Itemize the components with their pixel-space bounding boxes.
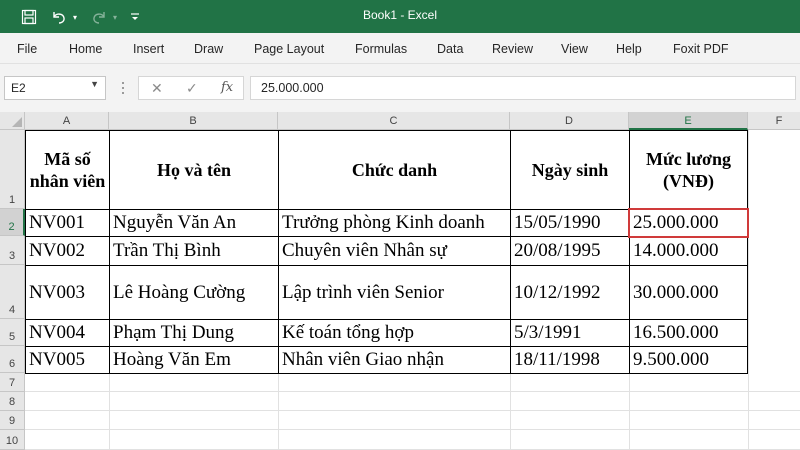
column-header-d[interactable]: D xyxy=(510,112,629,130)
menu-formulas[interactable]: Formulas xyxy=(355,42,407,56)
table-cell[interactable]: 14.000.000 xyxy=(630,237,747,265)
column-header-a[interactable]: A xyxy=(25,112,109,130)
menu-review[interactable]: Review xyxy=(492,42,533,56)
column-header-b[interactable]: B xyxy=(109,112,278,130)
table-cell[interactable]: 16.500.000 xyxy=(630,320,747,346)
menu-view[interactable]: View xyxy=(561,42,588,56)
header-cell-full-name[interactable]: Họ và tên xyxy=(110,131,278,209)
table-border xyxy=(747,130,748,373)
menu-insert[interactable]: Insert xyxy=(133,42,164,56)
name-box[interactable]: E2 ▼ xyxy=(4,76,106,100)
column-header-f[interactable]: F xyxy=(748,112,800,130)
menu-data[interactable]: Data xyxy=(437,42,463,56)
cancel-icon[interactable]: ✕ xyxy=(151,80,163,97)
gridline xyxy=(25,391,800,392)
row-header-9[interactable]: 9 xyxy=(0,411,25,430)
table-cell[interactable]: Nhân viên Giao nhận xyxy=(279,347,510,373)
gridline xyxy=(25,410,800,411)
table-cell[interactable]: NV003 xyxy=(26,266,109,319)
header-cell-salary[interactable]: Mức lương (VNĐ) xyxy=(630,131,747,209)
table-cell[interactable]: 10/12/1992 xyxy=(511,266,629,319)
table-cell[interactable]: Trần Thị Bình xyxy=(110,237,278,265)
menu-file[interactable]: File xyxy=(17,42,37,56)
table-cell[interactable]: Trưởng phòng Kinh doanh xyxy=(279,210,510,236)
formula-bar-grip-icon[interactable] xyxy=(122,80,125,96)
table-cell[interactable]: NV002 xyxy=(26,237,109,265)
menu-page-layout[interactable]: Page Layout xyxy=(254,42,324,56)
row-header-10[interactable]: 10 xyxy=(0,430,25,450)
worksheet-grid: A B C D E F 1 2 3 4 5 6 7 8 9 10 Mã số n… xyxy=(0,112,800,450)
enter-icon[interactable]: ✓ xyxy=(186,80,198,97)
table-cell[interactable]: Hoàng Văn Em xyxy=(110,347,278,373)
table-cell[interactable]: 20/08/1995 xyxy=(511,237,629,265)
gridline xyxy=(748,130,749,450)
insert-function-icon[interactable]: fx xyxy=(221,80,233,95)
name-box-dropdown-icon[interactable]: ▼ xyxy=(90,79,99,89)
column-header-c[interactable]: C xyxy=(278,112,510,130)
table-cell[interactable]: Chuyên viên Nhân sự xyxy=(279,237,510,265)
table-cell[interactable]: NV004 xyxy=(26,320,109,346)
name-box-value: E2 xyxy=(11,81,26,95)
window-title: Book1 - Excel xyxy=(362,8,438,22)
row-header-6[interactable]: 6 xyxy=(0,346,25,373)
row-header-8[interactable]: 8 xyxy=(0,392,25,411)
row-header-3[interactable]: 3 xyxy=(0,236,25,265)
table-border xyxy=(25,373,748,374)
gridline xyxy=(25,429,800,430)
table-cell[interactable]: Nguyễn Văn An xyxy=(110,210,278,236)
menu-help[interactable]: Help xyxy=(616,42,642,56)
table-cell[interactable]: Kế toán tổng hợp xyxy=(279,320,510,346)
menu-home[interactable]: Home xyxy=(69,42,102,56)
table-cell[interactable]: 5/3/1991 xyxy=(511,320,629,346)
title-bar: ▾ ▾ Book1 - Excel xyxy=(0,0,800,33)
table-cell[interactable]: 9.500.000 xyxy=(630,347,747,373)
menu-bar: File Home Insert Draw Page Layout Formul… xyxy=(0,33,800,64)
row-header-1[interactable]: 1 xyxy=(0,130,25,209)
formula-buttons: ✕ ✓ fx xyxy=(138,76,244,100)
column-header-e[interactable]: E xyxy=(629,112,748,130)
row-header-4[interactable]: 4 xyxy=(0,265,25,319)
table-cell[interactable]: 30.000.000 xyxy=(630,266,747,319)
table-cell[interactable]: NV005 xyxy=(26,347,109,373)
table-cell[interactable]: 18/11/1998 xyxy=(511,347,629,373)
row-header-7[interactable]: 7 xyxy=(0,373,25,392)
menu-foxit-pdf[interactable]: Foxit PDF xyxy=(673,42,729,56)
row-header-5[interactable]: 5 xyxy=(0,319,25,346)
row-header-2[interactable]: 2 xyxy=(0,209,25,236)
table-cell[interactable]: 15/05/1990 xyxy=(511,210,629,236)
active-cell-selection[interactable] xyxy=(628,208,749,238)
table-cell[interactable]: Lê Hoàng Cường xyxy=(110,266,278,319)
header-cell-job-title[interactable]: Chức danh xyxy=(279,131,510,209)
formula-bar: E2 ▼ ✕ ✓ fx 25.000.000 xyxy=(0,64,800,112)
table-cell[interactable]: Lập trình viên Senior xyxy=(279,266,510,319)
formula-input[interactable]: 25.000.000 xyxy=(250,76,796,100)
select-all-button[interactable] xyxy=(0,112,25,130)
header-cell-birth-date[interactable]: Ngày sinh xyxy=(511,131,629,209)
header-cell-employee-id[interactable]: Mã số nhân viên xyxy=(26,131,109,209)
table-cell[interactable]: Phạm Thị Dung xyxy=(110,320,278,346)
menu-draw[interactable]: Draw xyxy=(194,42,223,56)
table-cell[interactable]: NV001 xyxy=(26,210,109,236)
